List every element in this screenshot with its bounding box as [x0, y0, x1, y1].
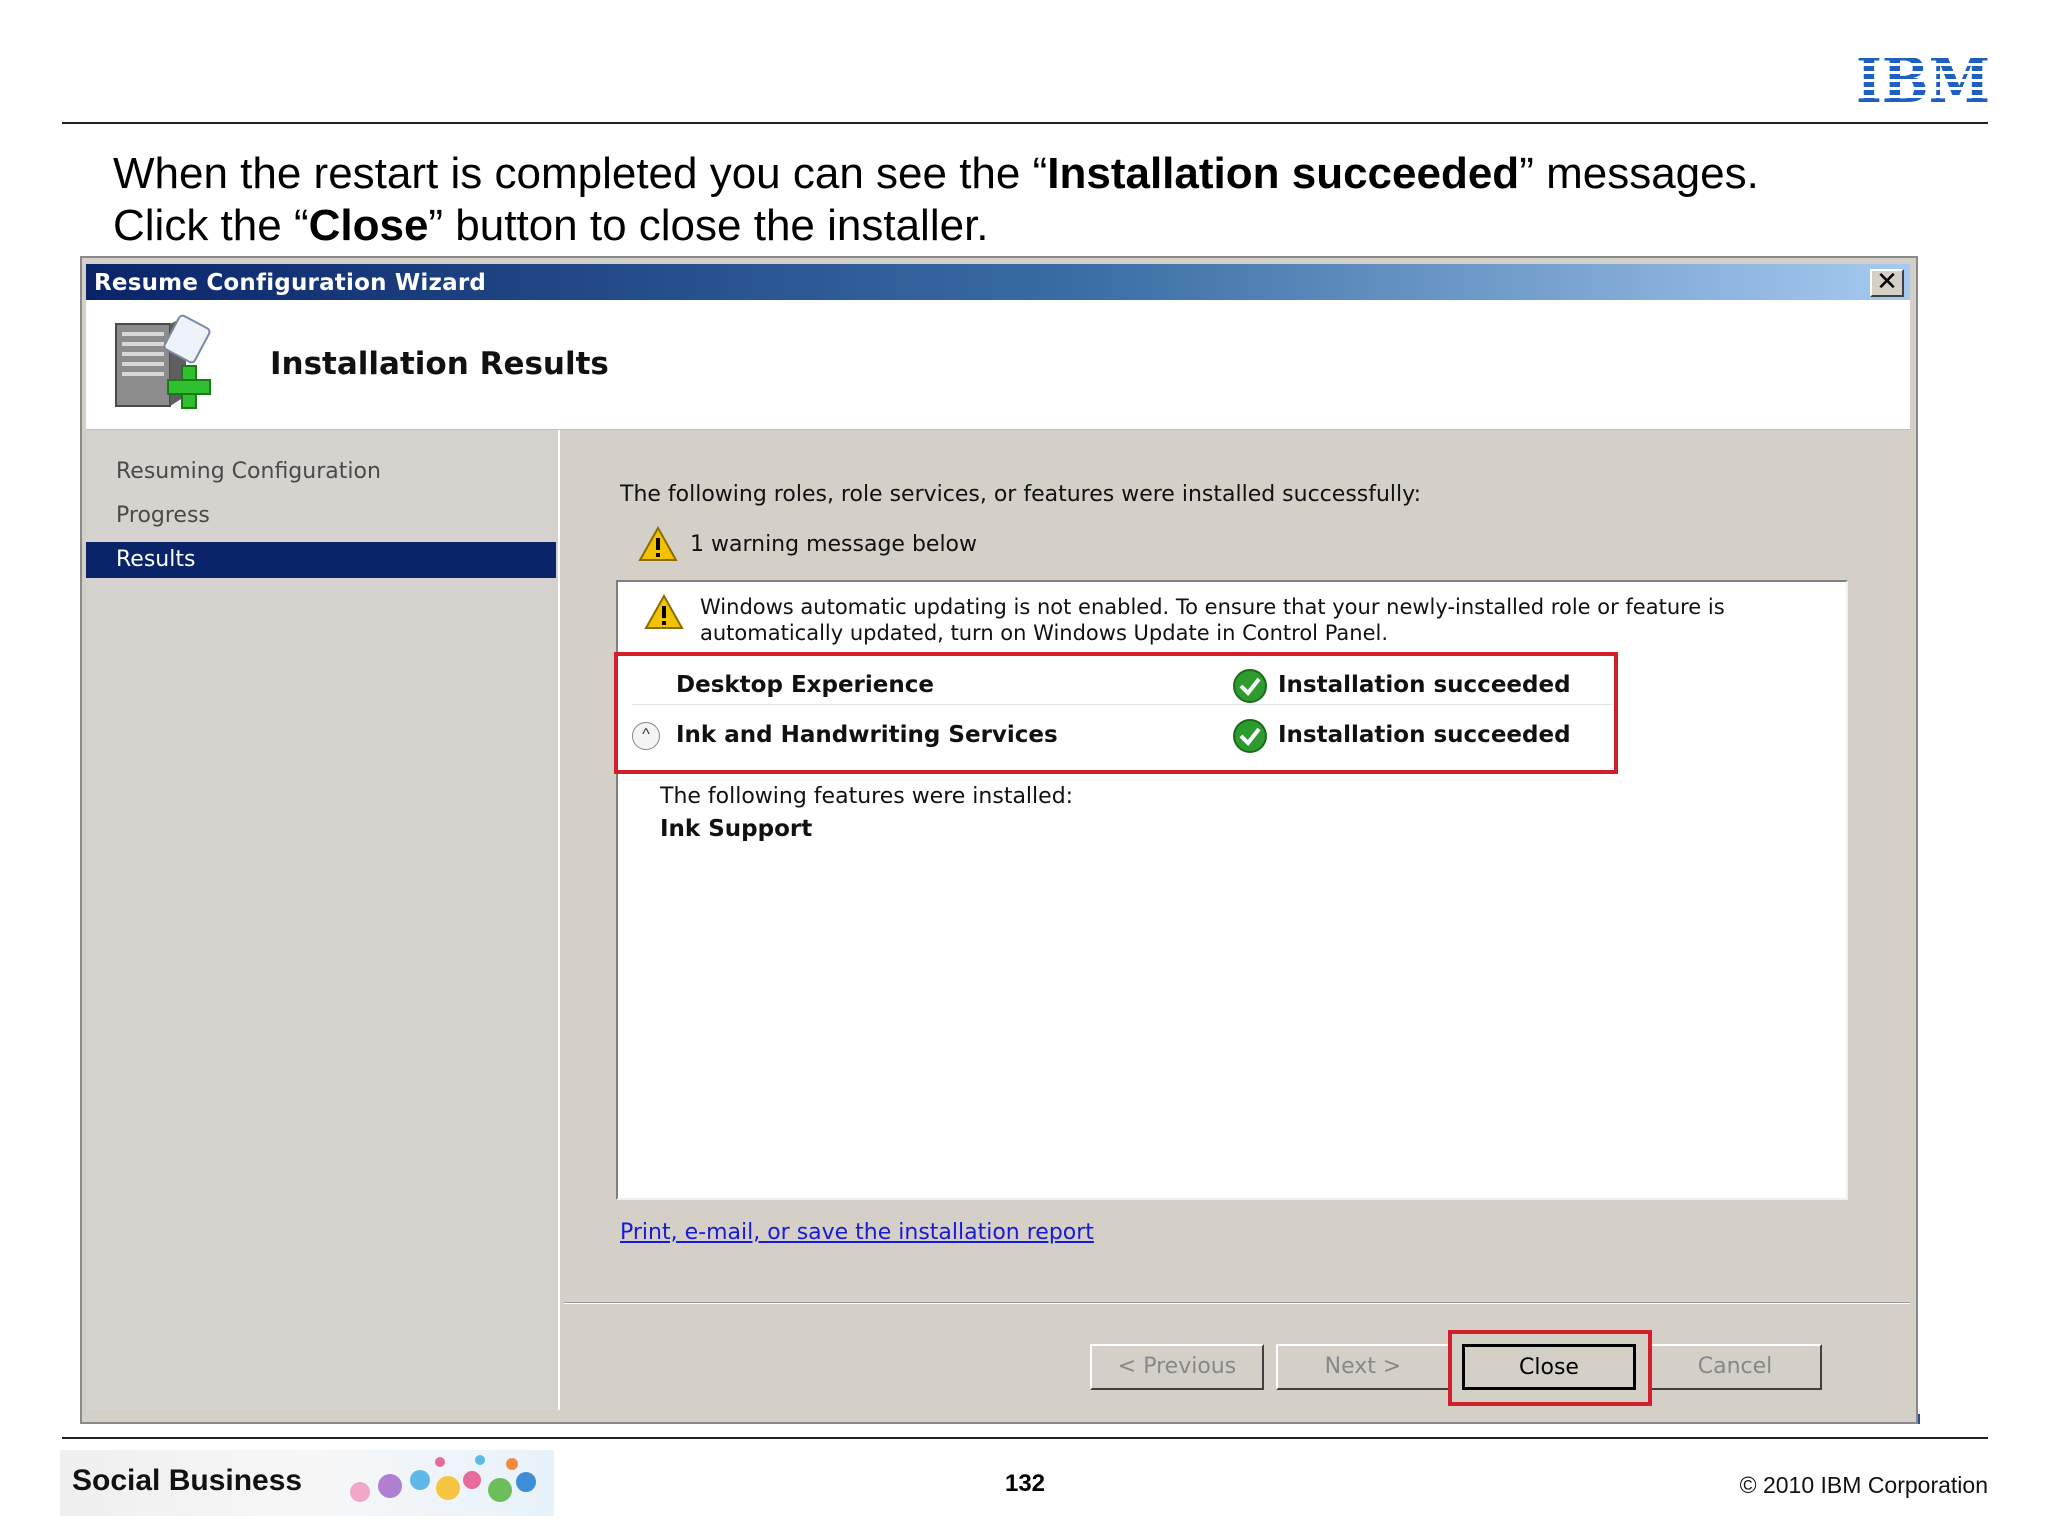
instruction-line-1: When the restart is completed you can se… — [113, 149, 1759, 198]
nav-item-results[interactable]: Results — [86, 542, 556, 578]
social-business-banner: Social Business — [60, 1450, 554, 1516]
page-number: 132 — [1004, 1470, 1046, 1497]
window-title: Resume Configuration Wizard — [94, 270, 487, 296]
warning-icon — [644, 593, 684, 629]
ibm-logo: IBM — [1856, 50, 1990, 106]
instruction-text: When the restart is completed you can se… — [113, 148, 1993, 252]
results-heading: The following roles, role services, or f… — [620, 482, 1421, 507]
window-close-button[interactable]: ✕ — [1870, 269, 1904, 297]
nav-item-resuming-configuration[interactable]: Resuming Configuration — [86, 454, 556, 490]
wizard-nav: Resuming Configuration Progress Results — [86, 430, 560, 1410]
footer-brand: Social Business — [72, 1464, 303, 1497]
feature-name: Ink Support — [660, 816, 813, 842]
footer-rule — [62, 1437, 1988, 1439]
update-warning: Windows automatic updating is not enable… — [644, 593, 1824, 645]
cancel-button[interactable]: Cancel — [1648, 1344, 1822, 1390]
next-button[interactable]: Next > — [1276, 1344, 1450, 1390]
configuration-wizard-window: Resume Configuration Wizard ✕ Installati… — [80, 256, 1918, 1424]
page-title: Installation Results — [270, 346, 609, 382]
wizard-content: The following roles, role services, or f… — [564, 430, 1910, 1410]
button-bar-divider — [564, 1302, 1910, 1304]
update-warning-text: Windows automatic updating is not enable… — [700, 595, 1725, 645]
warning-summary-text: 1 warning message below — [690, 532, 978, 557]
wizard-header: Installation Results — [86, 300, 1910, 430]
roles-highlight-box — [614, 652, 1618, 774]
copyright: © 2010 IBM Corporation — [1739, 1472, 1988, 1498]
installation-report-link[interactable]: Print, e-mail, or save the installation … — [620, 1220, 1094, 1245]
server-add-icon — [112, 314, 224, 414]
features-label: The following features were installed: — [660, 784, 1074, 809]
window-titlebar[interactable]: Resume Configuration Wizard ✕ — [86, 264, 1910, 300]
warning-summary: 1 warning message below — [638, 525, 977, 562]
results-list[interactable]: Windows automatic updating is not enable… — [614, 580, 1848, 1200]
instruction-line-2: Click the “Close” button to close the in… — [113, 201, 989, 250]
warning-icon — [638, 525, 678, 561]
nav-item-progress[interactable]: Progress — [86, 498, 556, 534]
close-highlight-box — [1448, 1330, 1652, 1406]
previous-button[interactable]: < Previous — [1090, 1344, 1264, 1390]
header-rule — [62, 122, 1988, 124]
